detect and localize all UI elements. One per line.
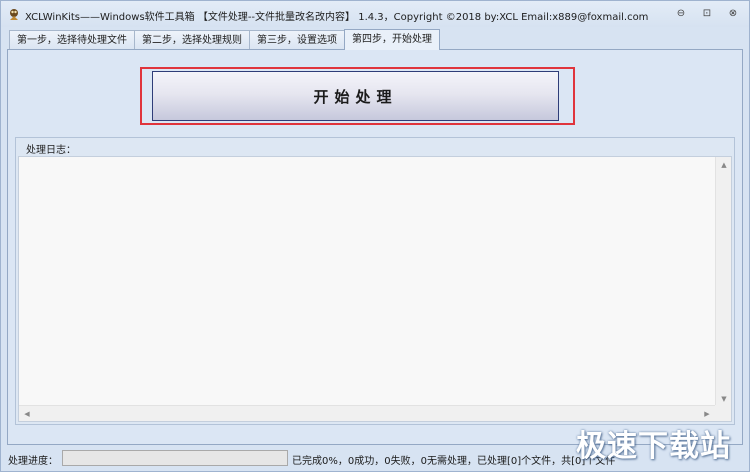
maximize-icon[interactable]: ⊡	[699, 7, 715, 21]
minimize-icon[interactable]: ⊖	[673, 7, 689, 21]
status-summary: 已完成0%，0成功，0失败，0无需处理，已处理[0]个文件，共[0]个文件	[292, 456, 616, 467]
tab-step-2[interactable]: 第二步，选择处理规则	[134, 30, 250, 50]
start-processing-button[interactable]: 开始处理	[152, 71, 559, 121]
window-title: XCLWinKits——Windows软件工具箱 【文件处理--文件批量改名改内…	[25, 12, 649, 23]
log-group: 处理日志： ▲ ▼ ◀ ▶	[15, 137, 735, 425]
close-icon[interactable]: ⊗	[725, 7, 741, 21]
vertical-scrollbar[interactable]: ▲ ▼	[715, 157, 731, 407]
app-logo-icon	[7, 7, 21, 21]
step-tabs: 第一步，选择待处理文件 第二步，选择处理规则 第三步，设置选项 第四步，开始处理	[9, 29, 440, 50]
log-textarea[interactable]: ▲ ▼ ◀ ▶	[18, 156, 732, 422]
tab-step-3[interactable]: 第三步，设置选项	[249, 30, 345, 50]
title-bar[interactable]: XCLWinKits——Windows软件工具箱 【文件处理--文件批量改名改内…	[1, 1, 749, 27]
window-controls: ⊖ ⊡ ⊗	[673, 7, 741, 21]
scroll-left-icon[interactable]: ◀	[19, 406, 35, 422]
watermark-logo: 极速下载站	[576, 429, 731, 464]
scroll-up-icon[interactable]: ▲	[716, 157, 732, 173]
tab-step-1[interactable]: 第一步，选择待处理文件	[9, 30, 135, 50]
horizontal-scrollbar[interactable]: ◀ ▶	[19, 405, 715, 421]
app-window: XCLWinKits——Windows软件工具箱 【文件处理--文件批量改名改内…	[0, 0, 750, 472]
scroll-right-icon[interactable]: ▶	[699, 406, 715, 422]
log-label: 处理日志：	[26, 145, 76, 156]
progress-label: 处理进度：	[8, 456, 58, 467]
progress-bar	[62, 450, 288, 466]
scroll-corner	[715, 405, 731, 421]
tab-step-4[interactable]: 第四步，开始处理	[344, 29, 440, 50]
